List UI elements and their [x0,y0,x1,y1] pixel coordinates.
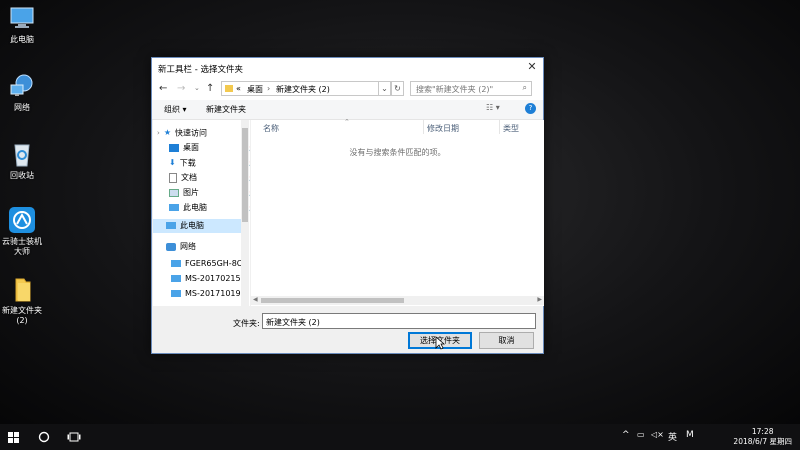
task-view-icon[interactable] [67,432,81,442]
computer-icon [166,222,176,229]
address-bar[interactable]: « 桌面 › 新建文件夹 (2) [221,81,389,96]
folder-name-field[interactable]: 新建文件夹 (2) [262,313,536,329]
desktop-icon-yunqishi[interactable]: 云骑士装机大师 [0,206,44,257]
download-arrow-icon: ⬇ [169,158,176,167]
document-icon [169,172,177,183]
view-options-icon[interactable]: ☷ ▾ [486,103,500,112]
taskbar: ^ ▭ ◁× 英 M 17:28 2018/6/7 星期四 [0,424,800,450]
folder-label: 文件夹: [233,319,260,328]
pictures-icon [169,188,179,197]
system-clock[interactable]: 17:28 2018/6/7 星期四 [733,427,792,447]
recent-locations-chevron-icon[interactable]: ⌄ [194,84,200,92]
star-icon: ★ [163,128,171,137]
address-root[interactable]: « [236,84,241,93]
back-arrow-icon[interactable]: ← [159,83,167,94]
close-icon[interactable]: ✕ [525,60,539,74]
mouse-cursor-icon [435,336,445,350]
column-divider[interactable] [499,120,500,134]
yunqishi-app-icon [8,206,36,234]
nav-item-documents[interactable]: 文档 📌 [169,171,250,185]
navigation-pane: ›★快速访问 桌面 📌 ⬇下载 📌 文档 📌 图片 📌 此电脑 📌 此电脑 网络 [153,120,250,306]
search-input[interactable]: 搜索"新建文件夹 (2)" ⌕ [410,81,532,96]
folder-icon [8,275,36,303]
help-icon[interactable]: ? [525,103,536,114]
refresh-icon[interactable]: ↻ [391,81,404,96]
select-folder-dialog: 新工具栏 - 选择文件夹 ✕ ← → ⌄ ↑ « 桌面 › 新建文件夹 (2) … [151,57,544,354]
ime-mode-indicator[interactable]: M [686,430,694,440]
desktop-icon-label: 回收站 [10,171,34,180]
nav-quick-access[interactable]: › ★ 快速访问 [157,126,247,140]
network-tray-icon[interactable]: ▭ [637,430,645,439]
address-dropdown-icon[interactable]: ⌄ [378,81,391,96]
computer-icon [171,290,181,297]
column-header-date[interactable]: 修改日期 [427,123,459,134]
navigation-scrollbar[interactable] [241,120,249,306]
breadcrumb-new-folder[interactable]: 新建文件夹 (2) [276,84,330,95]
clock-date: 2018/6/7 星期四 [733,437,792,446]
forward-arrow-icon[interactable]: → [177,83,185,94]
sort-arrow-icon: ⌃ [344,118,350,126]
nav-item-pictures[interactable]: 图片 📌 [169,186,250,200]
desktop-icon-new-folder[interactable]: 新建文件夹 (2) [0,275,44,326]
volume-muted-icon[interactable]: ◁× [651,430,664,439]
nav-this-pc[interactable]: 此电脑 [153,219,242,233]
desktop-icon-label: 云骑士装机大师 [2,237,42,256]
network-globe-icon [8,72,36,100]
desktop-icon-label: 新建文件夹 (2) [2,306,42,325]
desktop-icon-this-pc[interactable]: 此电脑 [0,4,44,45]
desktop-icon-label: 此电脑 [10,35,34,44]
nav-item-desktop[interactable]: 桌面 📌 [169,141,250,155]
desktop-icon-recycle-bin[interactable]: 回收站 [0,140,44,181]
expand-chevron-icon[interactable]: › [157,126,160,140]
computer-icon [8,4,36,32]
network-icon [166,242,176,251]
breadcrumb-separator-icon: › [267,84,271,93]
file-list: ⌃ 名称 修改日期 类型 没有与搜索条件匹配的项。 [251,118,544,306]
desktop-icon-label: 网络 [14,103,30,112]
hscroll-thumb[interactable] [261,298,404,303]
desktop-icon [169,143,179,152]
column-header-name[interactable]: 名称 [263,123,279,134]
nav-network[interactable]: 网络 [166,240,250,254]
command-toolbar: 组织 ▾ 新建文件夹 ☷ ▾ ? [152,100,543,120]
desktop-icon-network[interactable]: 网络 [0,72,44,113]
computer-icon [171,260,181,267]
nav-computer-2[interactable]: MS-20170215P [171,272,243,286]
search-placeholder: 搜索"新建文件夹 (2)" [416,85,494,94]
breadcrumb-desktop[interactable]: 桌面 [247,84,263,95]
nav-item-this-pc-quick[interactable]: 此电脑 📌 [169,201,250,215]
windows-start-icon[interactable] [8,432,19,443]
column-divider[interactable] [423,120,424,134]
dialog-title: 新工具栏 - 选择文件夹 [158,65,243,75]
clock-time: 17:28 [751,427,774,436]
dialog-titlebar[interactable]: 新工具栏 - 选择文件夹 ✕ [152,58,543,78]
computer-icon [169,204,179,211]
scroll-left-icon[interactable]: ◀ [253,296,258,303]
navigation-scroll-thumb[interactable] [242,128,248,222]
file-list-hscrollbar[interactable]: ◀ ▶ [251,296,544,305]
new-folder-button[interactable]: 新建文件夹 [206,104,246,115]
organize-button[interactable]: 组织 ▾ [164,104,187,115]
nav-item-downloads[interactable]: ⬇下载 📌 [169,156,250,170]
nav-computer-3[interactable]: MS-20171019C [171,287,243,301]
empty-message: 没有与搜索条件匹配的项。 [349,148,446,157]
nav-computer-1[interactable]: FGER65GH-8CA [171,257,243,271]
scroll-right-icon[interactable]: ▶ [537,296,542,303]
folder-icon [225,85,233,92]
up-arrow-icon[interactable]: ↑ [206,83,214,94]
recycle-bin-icon [8,140,36,168]
search-icon: ⌕ [522,83,527,92]
navigation-bar: ← → ⌄ ↑ « 桌面 › 新建文件夹 (2) ⌄ ↻ 搜索"新建文件夹 (2… [152,78,543,100]
column-header-type[interactable]: 类型 [503,123,519,134]
computer-icon [171,275,181,282]
cancel-button[interactable]: 取消 [479,332,534,349]
cortana-search-icon[interactable] [38,431,50,443]
tray-overflow-chevron-icon[interactable]: ^ [622,430,630,440]
input-language-indicator[interactable]: 英 [668,430,677,443]
